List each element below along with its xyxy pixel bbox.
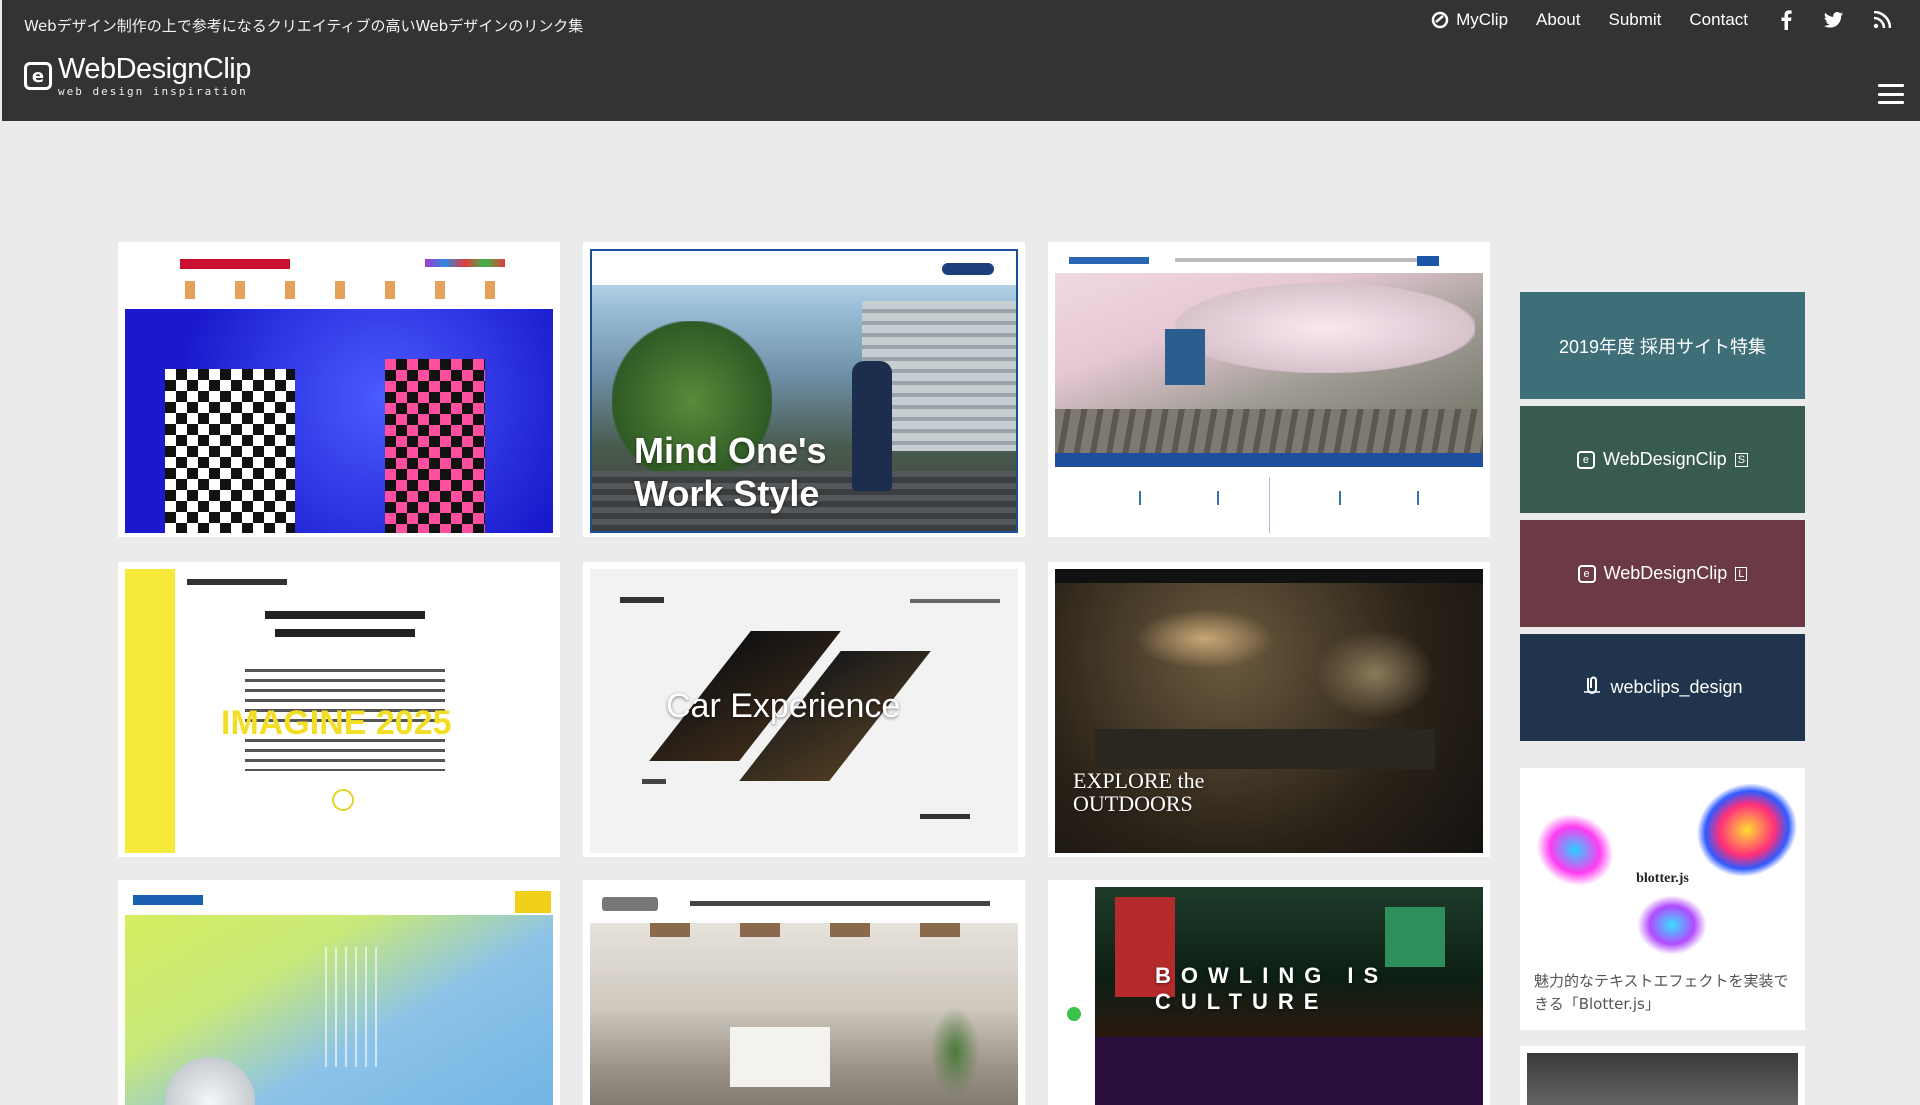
card-thumbnail — [590, 887, 1018, 1105]
sidebar-banner-label: 2019年度 採用サイト特集 — [1558, 336, 1767, 357]
card-thumbnail: IMAGINE 2025 — [125, 569, 553, 853]
nav-myclip-label: MyClip — [1456, 10, 1509, 29]
myclip-icon — [1430, 10, 1450, 30]
sidebar-banner-label: WebDesignClip — [1603, 563, 1728, 583]
site-tagline: Webデザイン制作の上で参考になるクリエイティブの高いWebデザインのリンク集 — [24, 17, 584, 35]
sidebar-banner-recruit[interactable]: 2019年度 採用サイト特集 — [1520, 292, 1805, 399]
site-card[interactable] — [118, 880, 560, 1105]
card-caption: Mind One's Work Style — [634, 430, 827, 515]
logo-name: WebDesignClip — [58, 53, 251, 85]
menu-icon[interactable] — [1878, 84, 1904, 104]
site-card[interactable]: Mind One's Work Style — [583, 242, 1025, 537]
twitter-icon — [1824, 10, 1844, 30]
site-header: Webデザイン制作の上で参考になるクリエイティブの高いWebデザインのリンク集 … — [2, 0, 1920, 121]
sidebar-banner-wdc-l[interactable]: e WebDesignClip L — [1520, 520, 1805, 627]
sidebar-banner-label: webclips_design — [1610, 677, 1743, 697]
card-caption: Car Experience — [666, 687, 901, 725]
sidebar-banner-webclips[interactable]: webclips_design — [1520, 634, 1805, 741]
main-nav: MyClip About Submit Contact — [1430, 10, 1892, 30]
card-thumbnail: Car Experience — [590, 569, 1018, 853]
site-card[interactable] — [583, 880, 1025, 1105]
logo-mark-icon: e — [1576, 450, 1595, 469]
feature-thumbnail — [1527, 1053, 1798, 1105]
logo-mark-icon: e — [1577, 564, 1596, 583]
twitter-link[interactable] — [1824, 10, 1844, 30]
site-logo[interactable]: e WebDesignClip web design inspiration — [24, 55, 251, 97]
site-card[interactable]: BOWLING IS CULTURE — [1048, 880, 1490, 1105]
sidebar-feature-card[interactable] — [1520, 1046, 1805, 1105]
rss-link[interactable] — [1872, 10, 1892, 30]
nav-contact[interactable]: Contact — [1689, 10, 1748, 30]
card-thumbnail — [125, 887, 553, 1105]
site-card[interactable]: Car Experience — [583, 562, 1025, 857]
logo-subtitle: web design inspiration — [58, 85, 248, 98]
card-caption: IMAGINE 2025 — [221, 704, 452, 742]
card-thumbnail: EXPLORE the OUTDOORS — [1055, 569, 1483, 853]
facebook-icon — [1776, 10, 1796, 30]
card-thumbnail — [1055, 249, 1483, 533]
feature-image-title: blotter.js — [1636, 871, 1689, 886]
sidebar-feature-card[interactable]: blotter.js 魅力的なテキストエフェクトを実装できる「Blotter.j… — [1520, 768, 1805, 1030]
feature-thumbnail: blotter.js — [1527, 775, 1798, 955]
site-card[interactable] — [1048, 242, 1490, 537]
card-thumbnail: BOWLING IS CULTURE — [1055, 887, 1483, 1105]
site-card[interactable]: IMAGINE 2025 — [118, 562, 560, 857]
site-card[interactable] — [118, 242, 560, 537]
site-card[interactable]: EXPLORE the OUTDOORS — [1048, 562, 1490, 857]
sidebar-banner-wdc-s[interactable]: e WebDesignClip S — [1520, 406, 1805, 513]
sidebar-banner-label: WebDesignClip — [1602, 449, 1727, 469]
feature-text: 魅力的なテキストエフェクトを実装できる「Blotter.js」 — [1534, 972, 1789, 1013]
facebook-link[interactable] — [1776, 10, 1796, 30]
nav-about[interactable]: About — [1536, 10, 1580, 30]
size-badge: S — [1734, 452, 1749, 467]
logo-mark-icon: e — [24, 62, 52, 90]
card-caption: EXPLORE the OUTDOORS — [1073, 768, 1205, 817]
rss-icon — [1872, 10, 1892, 30]
nav-submit[interactable]: Submit — [1608, 10, 1661, 30]
clip-icon — [1582, 674, 1602, 701]
card-thumbnail — [125, 249, 553, 533]
nav-myclip[interactable]: MyClip — [1430, 10, 1508, 30]
card-caption: BOWLING IS CULTURE — [1155, 963, 1389, 1014]
size-badge: L — [1735, 566, 1748, 581]
card-thumbnail: Mind One's Work Style — [590, 249, 1018, 533]
